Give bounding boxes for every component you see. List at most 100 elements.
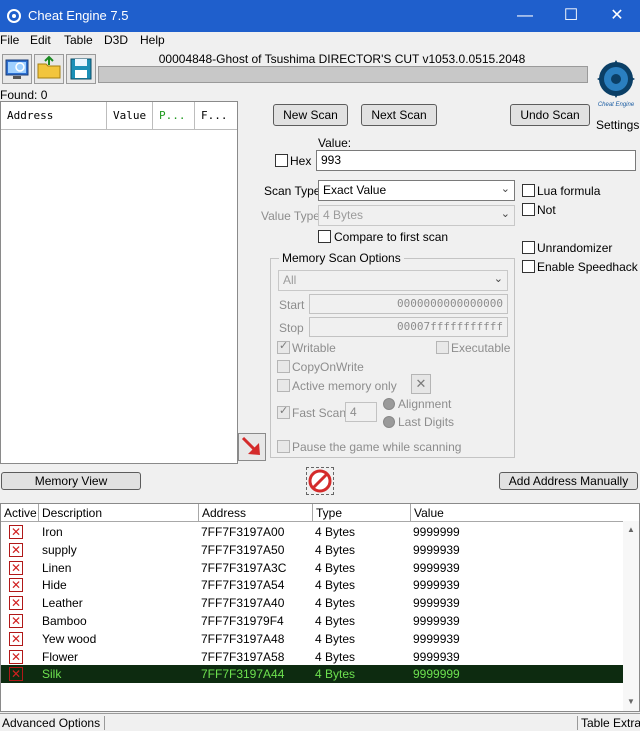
title-bar: Cheat Engine 7.5 — ☐ ✕ (0, 0, 640, 32)
table-extras-button[interactable]: Table Extras (577, 716, 640, 730)
executable-checkbox[interactable] (436, 341, 449, 354)
freeze-checkbox[interactable]: ✕ (9, 578, 23, 593)
row-description: Iron (42, 525, 63, 539)
row-address: 7FF7F3197A00 (201, 525, 285, 539)
row-address: 7FF7F3197A58 (201, 649, 285, 664)
memory-view-button[interactable]: Memory View (1, 472, 141, 490)
compare-first-checkbox[interactable] (318, 230, 331, 243)
scroll-up-icon[interactable]: ▲ (627, 525, 635, 534)
undo-scan-button[interactable]: Undo Scan (510, 104, 590, 126)
open-file-button[interactable] (34, 54, 64, 84)
writable-checkbox[interactable] (277, 339, 290, 354)
advanced-options-button[interactable]: Advanced Options (2, 716, 106, 730)
settings-link[interactable]: Settings (596, 118, 639, 132)
copy-on-write-checkbox[interactable] (277, 360, 290, 373)
table-row[interactable]: ✕ Silk 7FF7F3197A44 4 Bytes 9999999 (1, 665, 623, 684)
address-table[interactable]: Active Description Address Type Value ✕ I… (0, 503, 640, 712)
value-type-value: 4 Bytes (323, 208, 364, 222)
active-memory-checkbox[interactable] (277, 379, 290, 392)
col-type[interactable]: Type (313, 504, 411, 522)
speedhack-checkbox[interactable] (522, 260, 535, 273)
scroll-down-icon[interactable]: ▼ (627, 697, 635, 706)
freeze-checkbox[interactable]: ✕ (9, 525, 23, 539)
col-table-value[interactable]: Value (411, 504, 639, 522)
value-input[interactable]: 993 (316, 150, 636, 171)
last-digits-radio[interactable] (383, 416, 395, 428)
scan-type-select[interactable]: Exact Value ⌄ (318, 180, 515, 201)
not-label: Not (537, 203, 556, 217)
freeze-checkbox[interactable]: ✕ (9, 596, 23, 611)
row-address: 7FF7F3197A50 (201, 542, 285, 557)
row-description: Linen (42, 560, 72, 575)
lua-formula-checkbox[interactable] (522, 184, 535, 197)
col-first[interactable]: F... (195, 102, 237, 130)
freeze-checkbox[interactable]: ✕ (9, 614, 23, 628)
add-address-manually-button[interactable]: Add Address Manually (499, 472, 638, 490)
col-previous[interactable]: P... (153, 102, 195, 130)
table-scrollbar[interactable]: ▲ ▼ (623, 521, 639, 711)
add-to-list-button[interactable] (238, 433, 266, 461)
app-icon (7, 9, 21, 23)
next-scan-button[interactable]: Next Scan (361, 104, 437, 126)
row-type: 4 Bytes (315, 578, 356, 593)
pause-game-checkbox[interactable] (277, 440, 290, 453)
menu-file[interactable]: File (0, 33, 19, 47)
scan-results-list[interactable]: Address Value P... F... (0, 101, 238, 464)
stop-address-input[interactable]: 00007fffffffffff (309, 317, 508, 337)
row-description: Yew wood (42, 631, 97, 646)
chevron-down-icon: ⌄ (500, 183, 510, 195)
col-active[interactable]: Active (1, 504, 39, 522)
fast-scan-checkbox[interactable] (277, 404, 290, 419)
row-type: 4 Bytes (315, 542, 356, 557)
table-row[interactable]: ✕ Hide 7FF7F3197A54 4 Bytes 9999939 (1, 576, 623, 594)
clear-list-button[interactable] (306, 467, 334, 495)
no-entry-icon (308, 469, 332, 493)
new-scan-button[interactable]: New Scan (273, 104, 348, 126)
menu-d3d[interactable]: D3D (104, 33, 128, 47)
table-row[interactable]: ✕ Linen 7FF7F3197A3C 4 Bytes 9999939 (1, 559, 623, 577)
arrow-down-right-icon (241, 436, 260, 455)
table-row[interactable]: ✕ Yew wood 7FF7F3197A48 4 Bytes 9999939 (1, 630, 623, 648)
value-label: Value: (318, 136, 352, 150)
stop-label: Stop (279, 321, 304, 335)
col-value[interactable]: Value (107, 102, 153, 130)
freeze-checkbox[interactable]: ✕ (9, 542, 23, 557)
alignment-radio[interactable] (383, 398, 395, 410)
open-process-button[interactable] (2, 54, 32, 84)
row-description: Leather (42, 596, 83, 611)
table-row[interactable]: ✕ supply 7FF7F3197A50 4 Bytes 9999939 (1, 541, 623, 559)
fast-scan-value-input[interactable]: 4 (345, 402, 377, 422)
save-file-button[interactable] (66, 54, 96, 84)
row-address: 7FF7F3197A3C (201, 560, 287, 575)
not-checkbox[interactable] (522, 203, 535, 216)
freeze-checkbox[interactable]: ✕ (9, 631, 23, 646)
cheat-engine-logo-icon[interactable]: Cheat Engine (594, 55, 638, 117)
active-memory-clear-icon[interactable]: ✕ (411, 374, 431, 394)
start-address-input[interactable]: 0000000000000000 (309, 294, 508, 314)
value-type-select[interactable]: 4 Bytes ⌄ (318, 205, 515, 226)
freeze-checkbox[interactable]: ✕ (9, 649, 23, 664)
col-description[interactable]: Description (39, 504, 199, 522)
menu-edit[interactable]: Edit (30, 33, 51, 47)
executable-label: Executable (451, 341, 511, 355)
unrandomizer-checkbox[interactable] (522, 241, 535, 254)
hex-label: Hex (290, 154, 312, 168)
menu-help[interactable]: Help (140, 33, 165, 47)
col-address[interactable]: Address (1, 102, 107, 130)
table-row[interactable]: ✕ Iron 7FF7F3197A00 4 Bytes 9999999 (1, 523, 623, 541)
freeze-checkbox[interactable]: ✕ (9, 560, 23, 575)
table-row[interactable]: ✕ Flower 7FF7F3197A58 4 Bytes 9999939 (1, 648, 623, 666)
maximize-button[interactable]: ☐ (548, 0, 594, 32)
close-button[interactable]: ✕ (594, 0, 640, 32)
menu-table[interactable]: Table (64, 33, 93, 47)
table-row[interactable]: ✕ Leather 7FF7F3197A40 4 Bytes 9999939 (1, 594, 623, 612)
hex-checkbox[interactable] (275, 154, 288, 167)
memory-region-select[interactable]: All ⌄ (278, 270, 508, 291)
row-type: 4 Bytes (315, 614, 356, 628)
col-table-address[interactable]: Address (199, 504, 313, 522)
minimize-button[interactable]: — (502, 0, 548, 32)
row-value: 9999939 (413, 560, 460, 575)
freeze-checkbox[interactable]: ✕ (9, 667, 23, 682)
table-row[interactable]: ✕ Bamboo 7FF7F31979F4 4 Bytes 9999939 (1, 612, 623, 630)
row-address: 7FF7F3197A54 (201, 578, 285, 593)
